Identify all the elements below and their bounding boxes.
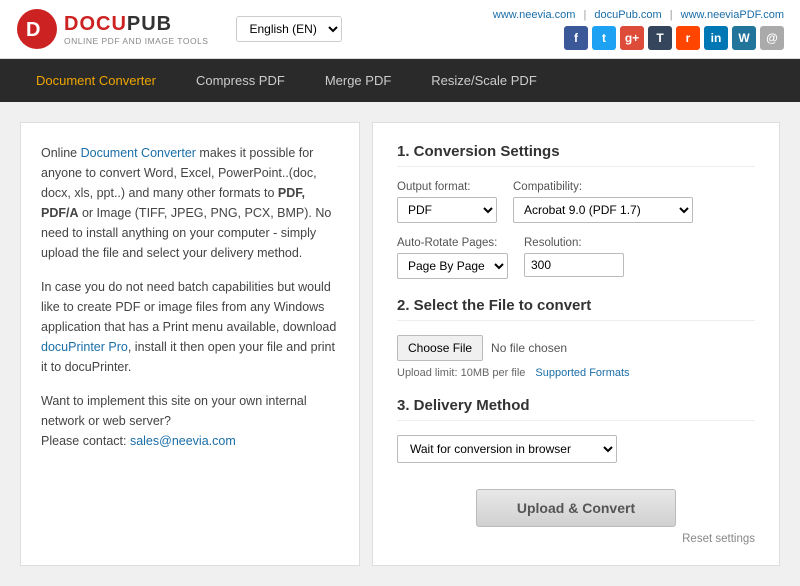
logo-text: DOCUPUB ONLINE PDF AND IMAGE TOOLS — [64, 13, 208, 46]
compatibility-select[interactable]: Acrobat 9.0 (PDF 1.7) Acrobat 8.0 (PDF 1… — [513, 197, 693, 223]
left-panel: Online Document Converter makes it possi… — [20, 122, 360, 566]
docuprinter-link[interactable]: docuPrinter Pro — [41, 340, 128, 354]
language-select[interactable]: English (EN) — [236, 16, 342, 42]
document-converter-link[interactable]: Document Converter — [81, 146, 196, 160]
reddit-icon[interactable]: r — [676, 26, 700, 50]
supported-formats-link[interactable]: Supported Formats — [535, 367, 629, 379]
neeviapdf-link[interactable]: www.neeviaPDF.com — [681, 9, 784, 21]
contact-email-link[interactable]: sales@neevia.com — [130, 434, 236, 448]
intro-para-2: In case you do not need batch capabiliti… — [41, 277, 339, 377]
tumblr-icon[interactable]: T — [648, 26, 672, 50]
email-icon[interactable]: @ — [760, 26, 784, 50]
convert-section: Upload & Convert Reset settings — [397, 489, 755, 545]
neevia-link[interactable]: www.neevia.com — [493, 9, 576, 21]
output-row: Output format: PDF PDF/A TIFF JPEG PNG P… — [397, 181, 755, 223]
choose-file-button[interactable]: Choose File — [397, 335, 483, 361]
logo-icon: D — [16, 8, 58, 50]
nav-bar: Document Converter Compress PDF Merge PD… — [0, 59, 800, 102]
file-name-display: No file chosen — [491, 341, 567, 355]
docupub-link[interactable]: docuPub.com — [594, 9, 661, 21]
logo-area: D DOCUPUB ONLINE PDF AND IMAGE TOOLS Eng… — [16, 8, 342, 50]
nav-resize-pdf[interactable]: Resize/Scale PDF — [411, 59, 556, 102]
top-right: www.neevia.com | docuPub.com | www.neevi… — [493, 9, 784, 50]
output-format-select[interactable]: PDF PDF/A TIFF JPEG PNG PCX BMP — [397, 197, 497, 223]
delivery-select-wrap: Wait for conversion in browser Email Dow… — [397, 435, 755, 463]
compatibility-group: Compatibility: Acrobat 9.0 (PDF 1.7) Acr… — [513, 181, 693, 223]
upload-convert-button[interactable]: Upload & Convert — [476, 489, 676, 527]
output-format-label: Output format: — [397, 181, 497, 193]
nav-compress-pdf[interactable]: Compress PDF — [176, 59, 305, 102]
resolution-input[interactable]: 300 — [524, 253, 624, 277]
logo-subtitle: ONLINE PDF AND IMAGE TOOLS — [64, 36, 208, 46]
top-bar: D DOCUPUB ONLINE PDF AND IMAGE TOOLS Eng… — [0, 0, 800, 59]
nav-document-converter[interactable]: Document Converter — [16, 59, 176, 102]
rotate-row: Auto-Rotate Pages: Page By Page None All… — [397, 237, 755, 279]
upload-limit-text: Upload limit: 10MB per file — [397, 367, 525, 379]
facebook-icon[interactable]: f — [564, 26, 588, 50]
file-row: Choose File No file chosen — [397, 335, 755, 361]
linkedin-icon[interactable]: in — [704, 26, 728, 50]
svg-text:D: D — [26, 19, 40, 41]
social-icons: f t g+ T r in W @ — [493, 26, 784, 50]
section3: 3. Delivery Method Wait for conversion i… — [397, 397, 755, 463]
section1-title: 1. Conversion Settings — [397, 143, 755, 167]
main-content: Online Document Converter makes it possi… — [0, 102, 800, 586]
upload-info: Upload limit: 10MB per file Supported Fo… — [397, 367, 755, 379]
resolution-label: Resolution: — [524, 237, 624, 249]
output-format-group: Output format: PDF PDF/A TIFF JPEG PNG P… — [397, 181, 497, 223]
reset-settings-link[interactable]: Reset settings — [682, 533, 755, 545]
resolution-group: Resolution: 300 — [524, 237, 624, 277]
googleplus-icon[interactable]: g+ — [620, 26, 644, 50]
intro-para-3: Want to implement this site on your own … — [41, 391, 339, 451]
top-links: www.neevia.com | docuPub.com | www.neevi… — [493, 9, 784, 21]
nav-merge-pdf[interactable]: Merge PDF — [305, 59, 411, 102]
wordpress-icon[interactable]: W — [732, 26, 756, 50]
twitter-icon[interactable]: t — [592, 26, 616, 50]
section2: 2. Select the File to convert Choose Fil… — [397, 297, 755, 379]
delivery-method-select[interactable]: Wait for conversion in browser Email Dow… — [397, 435, 617, 463]
auto-rotate-group: Auto-Rotate Pages: Page By Page None All… — [397, 237, 508, 279]
section2-title: 2. Select the File to convert — [397, 297, 755, 321]
reset-settings: Reset settings — [397, 533, 755, 545]
auto-rotate-label: Auto-Rotate Pages: — [397, 237, 508, 249]
intro-para-1: Online Document Converter makes it possi… — [41, 143, 339, 263]
right-panel: 1. Conversion Settings Output format: PD… — [372, 122, 780, 566]
auto-rotate-select[interactable]: Page By Page None All Portrait All Lands… — [397, 253, 508, 279]
section3-title: 3. Delivery Method — [397, 397, 755, 421]
compatibility-label: Compatibility: — [513, 181, 693, 193]
